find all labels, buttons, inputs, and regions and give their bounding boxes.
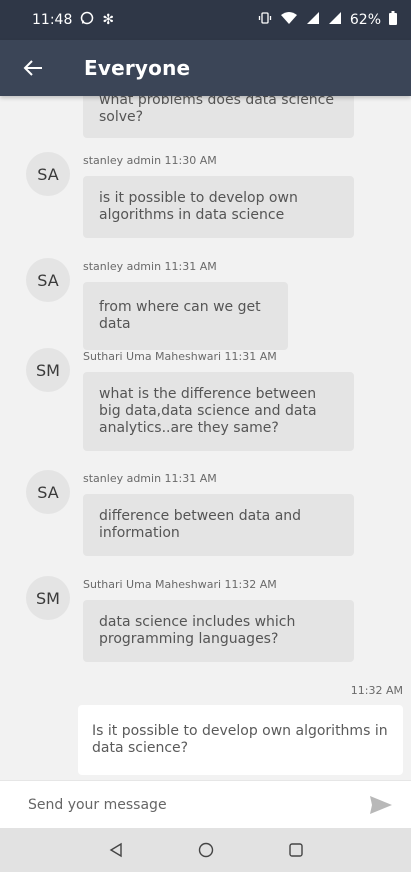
page-title: Everyone bbox=[84, 56, 191, 80]
vibrate-icon bbox=[258, 11, 272, 29]
status-left: 11:48 ✻ bbox=[32, 11, 114, 29]
message-list[interactable]: what problems does data science solve? S… bbox=[0, 96, 411, 780]
nav-recents-button[interactable] bbox=[280, 834, 312, 866]
avatar: SM bbox=[26, 576, 70, 620]
send-button[interactable] bbox=[365, 789, 397, 821]
message-meta: stanley admin 11:30 AM bbox=[83, 154, 217, 167]
system-nav-bar bbox=[0, 828, 411, 872]
message-meta: stanley admin 11:31 AM bbox=[83, 260, 217, 273]
app-bar: Everyone bbox=[0, 40, 411, 96]
battery-icon bbox=[389, 11, 397, 29]
message-bubble: from where can we get data bbox=[83, 282, 288, 350]
wifi-icon bbox=[280, 11, 298, 29]
chat-screen: 11:48 ✻ 62% Everyone what problems does … bbox=[0, 0, 411, 872]
message-meta: Suthari Uma Maheshwari 11:32 AM bbox=[83, 578, 277, 591]
signal-icon bbox=[306, 11, 320, 29]
message-bubble: is it possible to develop own algorithms… bbox=[83, 176, 354, 238]
whatsapp-icon bbox=[80, 11, 94, 29]
outgoing-time: 11:32 AM bbox=[350, 684, 403, 697]
outgoing-message-bubble: Is it possible to develop own algorithms… bbox=[78, 705, 403, 775]
message-bubble: difference between data and information bbox=[83, 494, 354, 556]
message-meta: Suthari Uma Maheshwari 11:31 AM bbox=[83, 350, 277, 363]
battery-percent: 62% bbox=[349, 12, 381, 28]
avatar: SA bbox=[26, 470, 70, 514]
status-bar: 11:48 ✻ 62% bbox=[0, 0, 411, 40]
home-circle-icon bbox=[198, 842, 213, 858]
message-bubble: what problems does data science solve? bbox=[83, 96, 354, 138]
status-time: 11:48 bbox=[32, 12, 73, 28]
back-triangle-icon bbox=[109, 842, 122, 858]
recents-square-icon bbox=[288, 843, 303, 857]
send-icon bbox=[370, 795, 392, 814]
snowflake-icon: ✻ bbox=[102, 12, 115, 28]
arrow-left-icon bbox=[23, 60, 42, 76]
message-composer bbox=[0, 780, 411, 828]
signal-icon bbox=[328, 11, 342, 29]
message-meta: stanley admin 11:31 AM bbox=[83, 472, 217, 485]
avatar: SM bbox=[26, 348, 70, 392]
nav-back-button[interactable] bbox=[100, 834, 132, 866]
nav-home-button[interactable] bbox=[190, 834, 222, 866]
avatar: SA bbox=[26, 152, 70, 196]
message-bubble: data science includes which programming … bbox=[83, 600, 354, 662]
avatar: SA bbox=[26, 258, 70, 302]
message-bubble: what is the difference between big data,… bbox=[83, 372, 354, 451]
status-right: 62% bbox=[258, 11, 397, 29]
back-button[interactable] bbox=[18, 53, 48, 83]
message-input[interactable] bbox=[26, 795, 365, 814]
